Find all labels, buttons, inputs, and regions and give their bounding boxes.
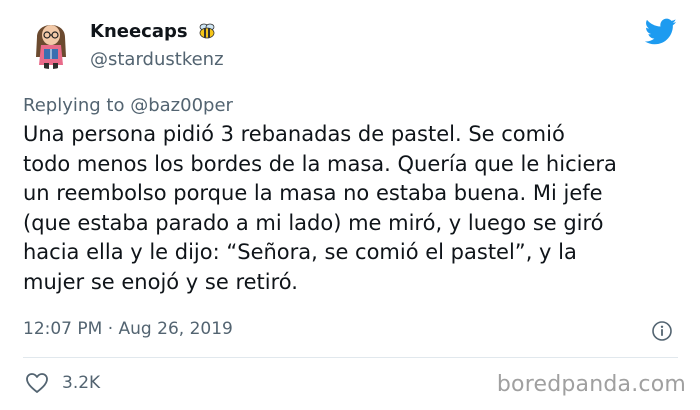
tweet-text-line: (que estaba parado a mi lado) me miró, y… [23, 210, 604, 235]
like-count: 3.2K [62, 373, 101, 393]
tweet-text-line: mujer se enojó y se retiró. [23, 269, 298, 294]
replying-to: Replying to @baz00per [23, 95, 233, 116]
tweet-text-line: un reembolso porque la masa no estaba bu… [23, 181, 603, 205]
display-name[interactable]: Kneecaps [90, 20, 218, 42]
reply-handle-link[interactable]: @baz00per [130, 95, 233, 116]
bee-icon [196, 20, 218, 42]
replying-to-label: Replying to [23, 95, 125, 116]
display-name-text: Kneecaps [90, 20, 188, 42]
divider [23, 357, 678, 358]
tweet-text-line: todo menos los bordes de la masa. Quería… [23, 151, 617, 176]
tweet-text-line: Una persona pidió 3 rebanadas de pastel.… [23, 122, 565, 146]
user-handle[interactable]: @stardustkenz [90, 49, 224, 70]
tweet-text-line: hacia ella y le dijo: “Señora, se comió … [23, 240, 577, 264]
avatar-image [36, 25, 66, 69]
heart-icon[interactable] [25, 372, 49, 394]
tweet-text: Una persona pidió 3 rebanadas de pastel.… [23, 120, 683, 297]
twitter-bird-icon[interactable] [644, 18, 677, 46]
info-icon[interactable] [651, 320, 673, 342]
watermark: boredpanda.com [496, 372, 686, 397]
tweet-timestamp[interactable]: 12:07 PM · Aug 26, 2019 [23, 319, 233, 339]
avatar[interactable] [23, 13, 79, 69]
